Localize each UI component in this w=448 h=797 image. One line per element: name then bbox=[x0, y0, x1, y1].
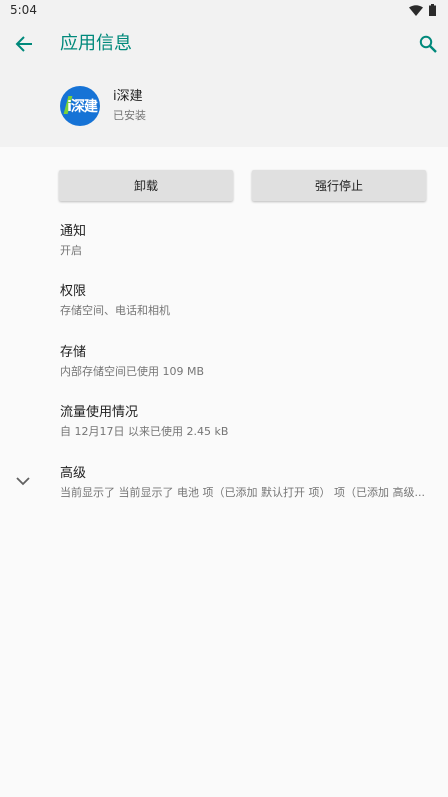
arrow-back-icon bbox=[15, 36, 32, 52]
expand-advanced-button[interactable] bbox=[14, 472, 32, 490]
status-time: 5:04 bbox=[10, 3, 37, 17]
action-buttons: 卸载 强行停止 bbox=[59, 170, 426, 201]
battery-icon bbox=[429, 4, 436, 16]
item-subtitle: 存储空间、电话和相机 bbox=[60, 304, 170, 317]
toolbar: 应用信息 bbox=[0, 20, 448, 68]
list-item-storage[interactable]: 存储 内部存储空间已使用 109 MB bbox=[60, 344, 440, 380]
item-title: 存储 bbox=[60, 345, 87, 360]
chevron-down-icon bbox=[16, 476, 30, 485]
logo-text: i深建 bbox=[67, 99, 98, 115]
list-item-data-usage[interactable]: 流量使用情况 自 12月17日 以来已使用 2.45 kB bbox=[60, 404, 440, 440]
item-subtitle: 开启 bbox=[60, 244, 82, 257]
status-icons bbox=[409, 4, 436, 16]
item-title: 通知 bbox=[60, 224, 87, 239]
item-title: 权限 bbox=[60, 284, 87, 299]
force-stop-button[interactable]: 强行停止 bbox=[252, 170, 426, 201]
status-bar: 5:04 bbox=[0, 0, 448, 20]
page-title: 应用信息 bbox=[60, 33, 132, 54]
app-header: 应用信息 i深建 i深建 已安装 bbox=[0, 20, 448, 147]
search-icon bbox=[419, 35, 437, 53]
search-button[interactable] bbox=[416, 32, 440, 56]
app-texts: i深建 已安装 bbox=[113, 88, 146, 124]
app-logo-icon: i深建 bbox=[60, 86, 100, 126]
uninstall-button[interactable]: 卸载 bbox=[59, 170, 233, 201]
list-item-advanced[interactable]: 高级 当前显示了 当前显示了 电池 项（已添加 默认打开 项） 项（已添加 高级… bbox=[60, 465, 440, 501]
item-subtitle: 当前显示了 当前显示了 电池 项（已添加 默认打开 项） 项（已添加 高级... bbox=[60, 486, 425, 499]
app-install-status: 已安装 bbox=[113, 109, 146, 122]
item-subtitle: 内部存储空间已使用 109 MB bbox=[60, 365, 205, 378]
item-title: 流量使用情况 bbox=[60, 405, 139, 420]
back-button[interactable] bbox=[12, 32, 36, 56]
wifi-icon bbox=[409, 4, 423, 16]
list-item-notifications[interactable]: 通知 开启 bbox=[60, 223, 440, 259]
item-title: 高级 bbox=[60, 466, 87, 481]
item-subtitle: 自 12月17日 以来已使用 2.45 kB bbox=[60, 425, 229, 438]
app-summary: i深建 i深建 已安装 bbox=[60, 86, 146, 126]
app-name: i深建 bbox=[113, 89, 143, 104]
list-item-permissions[interactable]: 权限 存储空间、电话和相机 bbox=[60, 283, 440, 319]
